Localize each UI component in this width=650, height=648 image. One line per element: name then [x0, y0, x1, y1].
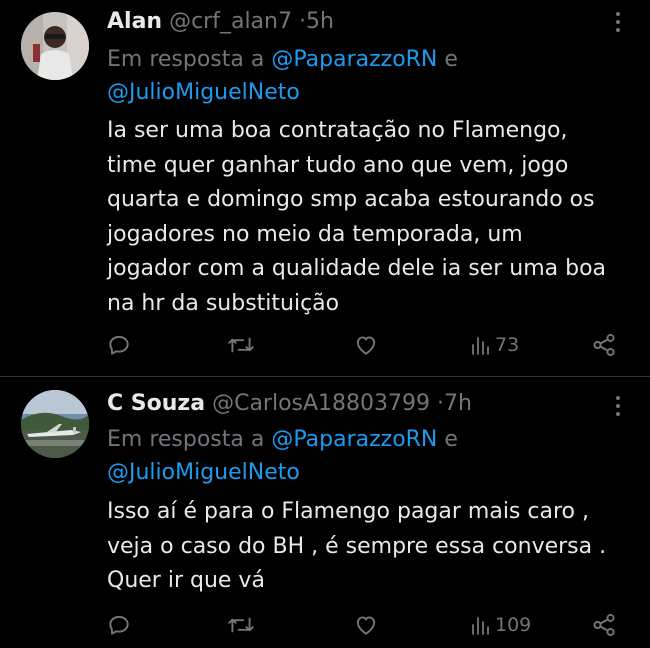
action-bar: 109	[0, 610, 650, 640]
mention-link[interactable]: @JulioMiguelNeto	[107, 80, 300, 105]
views-count: 73	[495, 334, 520, 356]
user-handle[interactable]: @crf_alan7	[169, 9, 292, 34]
share-icon	[593, 613, 615, 637]
tweet-text-line: Quer ir que vá	[107, 568, 265, 593]
avatar[interactable]	[21, 12, 89, 80]
reply-context: Em resposta a @PaparazzoRN e @JulioMigue…	[107, 43, 458, 109]
mention-link[interactable]: @PaparazzoRN	[271, 47, 437, 72]
reply-conjunction: e	[444, 427, 458, 452]
mention-link[interactable]: @PaparazzoRN	[271, 427, 437, 452]
tweet[interactable]: Alan @crf_alan7 ·5h Em resposta a @Papar…	[0, 0, 650, 376]
tweet-text-line: Isso aí é para o Flamengo pagar mais car…	[107, 499, 589, 524]
views-icon	[472, 337, 489, 355]
retweet-icon	[228, 617, 254, 633]
tweet-text: Ia ser uma boa contratação no Flamengo, …	[107, 114, 606, 321]
mention-link[interactable]: @JulioMiguelNeto	[107, 460, 300, 485]
views-icon	[472, 617, 489, 635]
timestamp[interactable]: 5h	[306, 9, 334, 34]
tweet-text-line: time quer ganhar tudo ano que vem, jogo	[107, 152, 569, 178]
reply-button[interactable]	[106, 610, 132, 640]
reply-prefix: Em resposta a	[107, 47, 265, 72]
display-name[interactable]: Alan	[107, 9, 162, 34]
reply-conjunction: e	[444, 47, 458, 72]
tweet-header: C Souza @CarlosA18803799 ·7h	[107, 389, 472, 419]
views-button[interactable]: 109	[470, 610, 531, 640]
reply-prefix: Em resposta a	[107, 427, 265, 452]
reply-context: Em resposta a @PaparazzoRN e @JulioMigue…	[107, 423, 458, 489]
avatar[interactable]	[21, 390, 89, 458]
share-button[interactable]	[591, 610, 617, 640]
user-handle[interactable]: @CarlosA18803799	[212, 391, 430, 416]
views-count: 109	[495, 614, 532, 636]
timestamp[interactable]: 7h	[444, 391, 472, 416]
share-button[interactable]	[591, 330, 617, 360]
reply-button[interactable]	[106, 330, 132, 360]
like-button[interactable]	[353, 610, 379, 640]
heart-icon	[356, 616, 376, 635]
retweet-button[interactable]	[226, 330, 256, 360]
share-icon	[593, 333, 615, 357]
tweet-header: Alan @crf_alan7 ·5h	[107, 7, 334, 37]
tweet[interactable]: C Souza @CarlosA18803799 ·7h Em resposta…	[0, 377, 650, 648]
separator: ·	[437, 391, 445, 416]
separator: ·	[298, 9, 306, 34]
reply-icon	[109, 615, 129, 635]
reply-icon	[109, 335, 129, 355]
like-button[interactable]	[353, 330, 379, 360]
tweet-text-line: veja o caso do BH , é sempre essa conver…	[107, 533, 607, 559]
tweet-text-line: quarta e domingo smp acaba estourando os	[107, 187, 595, 212]
tweet-text: Isso aí é para o Flamengo pagar mais car…	[107, 495, 606, 599]
retweet-icon	[228, 337, 254, 353]
tweet-text-line: na hr da substituição	[107, 290, 340, 316]
views-button[interactable]: 73	[470, 330, 519, 360]
more-icon[interactable]	[610, 394, 626, 418]
heart-icon	[356, 336, 376, 355]
more-icon[interactable]	[610, 10, 626, 34]
display-name[interactable]: C Souza	[107, 391, 205, 416]
tweet-text-line: Ia ser uma boa contratação no Flamengo,	[107, 118, 568, 143]
action-bar: 73	[0, 330, 650, 360]
retweet-button[interactable]	[226, 610, 256, 640]
tweet-text-line: jogador com a qualidade dele ia ser uma …	[107, 256, 607, 281]
tweet-text-line: jogadores no meio da temporada, um	[107, 221, 523, 247]
